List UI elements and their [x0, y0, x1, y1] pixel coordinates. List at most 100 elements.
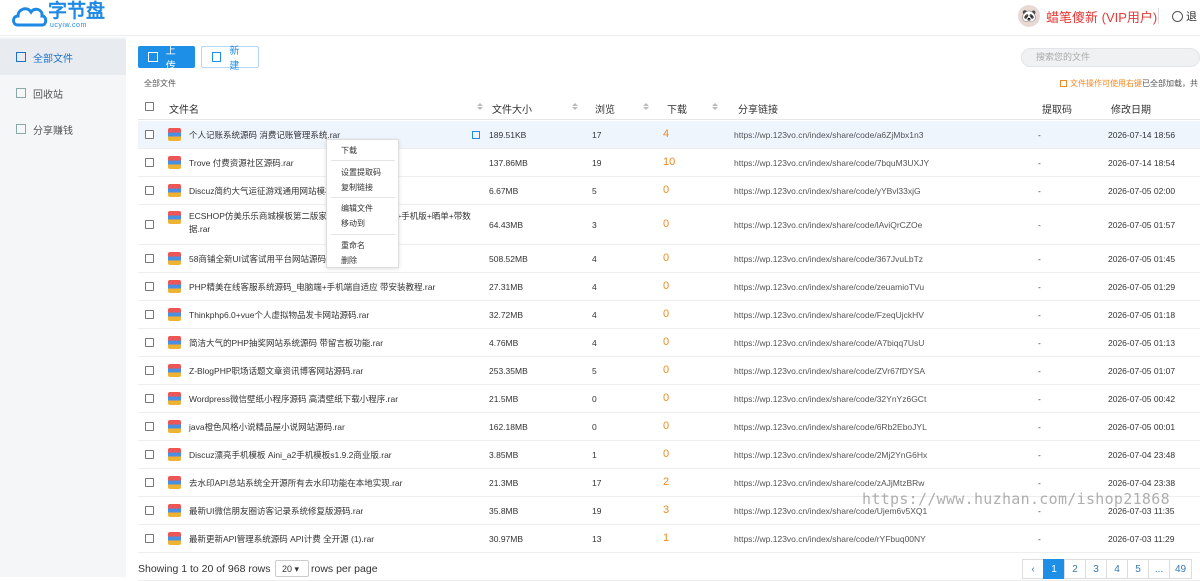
col-views[interactable]: 浏览: [595, 101, 615, 116]
avatar[interactable]: 🐼: [1018, 5, 1040, 27]
extraction-code: -: [1038, 394, 1041, 404]
modified-date: 2026-07-14 18:54: [1108, 158, 1176, 168]
logout-button[interactable]: 退: [1172, 8, 1197, 24]
table-row[interactable]: 简洁大气的PHP抽奖网站系统源码 带留言板功能.rar 4.76MB 4 0 https…: [138, 329, 1200, 357]
per-page-select[interactable]: 20 ▾: [275, 560, 309, 577]
username[interactable]: 蜡笔傻新 (VIP用户): [1046, 7, 1157, 26]
file-name[interactable]: Z-BlogPHP职场话题文章资讯博客网站源码.rar: [189, 365, 484, 378]
share-link[interactable]: https://wp.123vo.cn/index/share/code/367…: [734, 254, 923, 264]
ctx-rename[interactable]: 重命名: [341, 240, 365, 251]
col-downloads[interactable]: 下载: [667, 101, 687, 116]
trash-icon: [16, 88, 26, 98]
archive-file-icon: [168, 308, 181, 321]
ctx-set-code[interactable]: 设置提取码: [341, 167, 381, 178]
search-input[interactable]: 搜索您的文件: [1021, 48, 1200, 67]
file-name[interactable]: 去水印API总站系统全开源所有去水印功能在本地实现.rar: [189, 477, 484, 490]
sort-views-icon[interactable]: [643, 103, 649, 110]
table-row[interactable]: Z-BlogPHP职场话题文章资讯博客网站源码.rar 253.35MB 5 0 htt…: [138, 357, 1200, 385]
logo[interactable]: 字节盘 ucyiw.com: [10, 2, 105, 30]
row-checkbox[interactable]: [145, 450, 154, 459]
extraction-code: -: [1038, 158, 1041, 168]
share-link[interactable]: https://wp.123vo.cn/index/share/code/zeu…: [734, 282, 924, 292]
row-checkbox[interactable]: [145, 158, 154, 167]
col-size[interactable]: 文件大小: [492, 101, 532, 116]
share-link[interactable]: https://wp.123vo.cn/index/share/code/lAv…: [734, 220, 922, 230]
share-link[interactable]: https://wp.123vo.cn/index/share/code/rYF…: [734, 534, 926, 544]
share-link[interactable]: https://wp.123vo.cn/index/share/code/32Y…: [734, 394, 926, 404]
row-checkbox[interactable]: [145, 338, 154, 347]
page-prev[interactable]: ‹: [1022, 559, 1044, 579]
user-menu[interactable]: 🐼 蜡笔傻新 (VIP用户): [1018, 5, 1157, 27]
share-link[interactable]: https://wp.123vo.cn/index/share/code/Fze…: [734, 310, 924, 320]
hint-text: 文件操作可使用右键: [1070, 79, 1142, 88]
share-link[interactable]: https://wp.123vo.cn/index/share/code/yYB…: [734, 186, 921, 196]
download-count: 2: [663, 476, 670, 488]
row-checkbox[interactable]: [145, 310, 154, 319]
row-checkbox[interactable]: [145, 282, 154, 291]
upload-button[interactable]: 上传: [138, 46, 195, 72]
col-date[interactable]: 修改日期: [1111, 101, 1151, 116]
share-link[interactable]: https://wp.123vo.cn/index/share/code/2Mj…: [734, 450, 927, 460]
page-4[interactable]: 4: [1106, 559, 1128, 579]
ctx-move[interactable]: 移动到: [341, 218, 365, 229]
table-row[interactable]: 最新更新API管理系统源码 API计费 全开源 (1).rar 30.97MB 13…: [138, 525, 1200, 553]
file-name[interactable]: 简洁大气的PHP抽奖网站系统源码 带留言板功能.rar: [189, 337, 484, 350]
row-checkbox[interactable]: [145, 366, 154, 375]
row-checkbox[interactable]: [145, 186, 154, 195]
row-checkbox[interactable]: [145, 478, 154, 487]
row-checkbox[interactable]: [145, 254, 154, 263]
share-link[interactable]: https://wp.123vo.cn/index/share/code/A7b…: [734, 338, 924, 348]
share-icon: [16, 124, 26, 134]
file-name[interactable]: Thinkphp6.0+vue个人虚拟物品发卡网站源码.rar: [189, 309, 484, 322]
breadcrumb[interactable]: 全部文件: [144, 78, 176, 89]
page-2[interactable]: 2: [1064, 559, 1086, 579]
row-checkbox[interactable]: [145, 220, 154, 229]
table-row[interactable]: 58商铺全新UI试客试用平台网站源码 508.52MB 4 0 https://wp.1…: [138, 245, 1200, 273]
col-name[interactable]: 文件名: [169, 101, 199, 116]
table-row[interactable]: java橙色风格小说精品屋小说网站源码.rar 162.18MB 0 0 https:/…: [138, 413, 1200, 441]
table-row[interactable]: Discuz简约大气运征游戏通用网站模板 6.67MB 5 0 https://wp.1…: [138, 177, 1200, 205]
row-checkbox[interactable]: [145, 394, 154, 403]
file-name[interactable]: Wordpress微信壁纸小程序源码 高清壁纸下载小程序.rar: [189, 393, 484, 406]
page-1[interactable]: 1: [1043, 559, 1065, 579]
ctx-copy-link[interactable]: 复制链接: [341, 182, 373, 193]
row-checkbox[interactable]: [145, 422, 154, 431]
file-name[interactable]: 最新UI微信朋友圈访客记录系统修复版源码.rar: [189, 505, 484, 518]
table-row[interactable]: Wordpress微信壁纸小程序源码 高清壁纸下载小程序.rar 21.5MB 0 0…: [138, 385, 1200, 413]
share-link[interactable]: https://wp.123vo.cn/index/share/code/a6Z…: [734, 130, 923, 140]
sidebar-item-share-earn[interactable]: 分享赚钱: [0, 111, 126, 147]
sort-name-icon[interactable]: [477, 103, 483, 110]
page-3[interactable]: 3: [1085, 559, 1107, 579]
share-link[interactable]: https://wp.123vo.cn/index/share/code/zAJ…: [734, 478, 924, 488]
table-row[interactable]: ECSHOP仿美乐乐商城模板第二版家居商城+团购+拍卖+手机版+晒单+带数据.r…: [138, 205, 1200, 245]
row-checkbox[interactable]: [145, 506, 154, 515]
table-row[interactable]: Thinkphp6.0+vue个人虚拟物品发卡网站源码.rar 32.72MB 4 0…: [138, 301, 1200, 329]
ctx-edit[interactable]: 编辑文件: [341, 203, 373, 214]
share-link[interactable]: https://wp.123vo.cn/index/share/code/7bq…: [734, 158, 929, 168]
row-checkbox[interactable]: [145, 534, 154, 543]
sidebar-item-recycle-bin[interactable]: 回收站: [0, 75, 126, 111]
table-row[interactable]: 个人记账系统源码 消费记账管理系统.rar 189.51KB 17 4 https://…: [138, 121, 1200, 149]
ctx-download[interactable]: 下载: [341, 145, 357, 156]
sort-size-icon[interactable]: [572, 103, 578, 110]
row-action-icon[interactable]: [472, 131, 480, 139]
page-49[interactable]: 49: [1169, 559, 1193, 579]
share-link[interactable]: https://wp.123vo.cn/index/share/code/6Rb…: [734, 422, 927, 432]
file-name[interactable]: Discuz漂亮手机模板 Aini_a2手机模板s1.9.2商业版.rar: [189, 449, 484, 462]
ctx-delete[interactable]: 删除: [341, 255, 357, 266]
share-link[interactable]: https://wp.123vo.cn/index/share/code/ZVr…: [734, 366, 925, 376]
file-name[interactable]: java橙色风格小说精品屋小说网站源码.rar: [189, 421, 484, 434]
file-name[interactable]: PHP精美在线客服系统源码_电脑端+手机端自适应 带安装教程.rar: [189, 281, 484, 294]
table-row[interactable]: Discuz漂亮手机模板 Aini_a2手机模板s1.9.2商业版.rar 3.8…: [138, 441, 1200, 469]
pager: ‹ 1 2 3 4 5 ... 49: [1022, 559, 1193, 579]
sidebar-item-all-files[interactable]: 全部文件: [0, 39, 126, 75]
row-checkbox[interactable]: [145, 130, 154, 139]
new-button[interactable]: 新建: [201, 46, 259, 72]
view-count: 17: [592, 130, 602, 140]
select-all-checkbox[interactable]: [145, 102, 154, 111]
table-row[interactable]: Trove 付费资源社区源码.rar 137.86MB 19 10 https://wp…: [138, 149, 1200, 177]
table-row[interactable]: PHP精美在线客服系统源码_电脑端+手机端自适应 带安装教程.rar 27.31M…: [138, 273, 1200, 301]
page-5[interactable]: 5: [1127, 559, 1149, 579]
sort-downloads-icon[interactable]: [712, 103, 718, 110]
file-name[interactable]: 最新更新API管理系统源码 API计费 全开源 (1).rar: [189, 533, 484, 546]
